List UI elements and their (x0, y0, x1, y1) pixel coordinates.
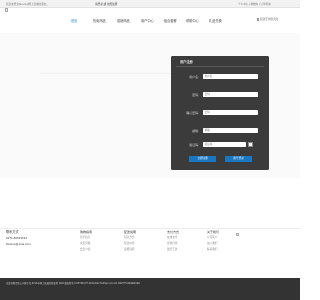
footer-link[interactable]: 联系我们 (207, 247, 247, 253)
confirm-password-input[interactable] (203, 110, 258, 115)
contact-email[interactable]: 5xshop@sina.com (6, 241, 31, 247)
footer-column-delivery: 配送说明 配送方式 配送时间 运费说明 (124, 229, 164, 253)
captcha-image[interactable] (248, 142, 253, 147)
logo-image[interactable] (5, 8, 8, 12)
welcome-text: 您还未登录|Ecshop网上商城的朋友， (6, 3, 50, 6)
nav-item-promo[interactable]: 促销商品 (117, 18, 130, 23)
banner-text: 网站说明：这里是网站形象展示宣传图片区，可自由设置展示内容，更换展示图片区域即可… (60, 47, 165, 57)
account-links[interactable]: 个人中心 | 购物车 | 订单查询 (238, 2, 271, 6)
nav-item-help[interactable]: 帮助中心 (186, 18, 199, 23)
main-nav: 首页 热卖商品 促销商品 用户中心 组合套餐 帮助中心 礼品兑换 (0, 15, 300, 25)
captcha-label: 验证码: (189, 143, 199, 147)
password-label: 密码: (192, 93, 199, 97)
password-input[interactable] (203, 92, 258, 97)
username-label: 用户名: (189, 75, 199, 79)
login-register-link[interactable]: 请登录 或 免费注册 (95, 2, 117, 6)
footer-link[interactable]: 银行汇款 (167, 247, 207, 253)
register-form-title: 用户注册 (180, 60, 193, 64)
footer-column-about: 关于我们 公司简介 加入我们 联系我们 (207, 229, 247, 253)
footer-link[interactable]: 运费说明 (124, 247, 164, 253)
nav-item-packages[interactable]: 组合套餐 (164, 18, 177, 23)
captcha-input[interactable] (203, 142, 246, 147)
email-input[interactable] (203, 128, 258, 133)
username-input[interactable] (203, 74, 258, 79)
footer-contact: 联系方式 0371-86519152 5xshop@sina.com (6, 229, 31, 247)
footer-column-payment: 支付方式 在线支付 货到付款 银行汇款 (167, 229, 207, 253)
footer-column-guide: 购物指南 新手指引 常见问题 会员介绍 (80, 229, 120, 253)
nav-item-user-center[interactable]: 用户中心 (141, 18, 154, 23)
nav-item-hot[interactable]: 热卖商品 (93, 18, 106, 23)
image-placeholder-icon (236, 233, 239, 236)
nav-item-gifts[interactable]: 礼品兑换 (209, 18, 222, 23)
register-button[interactable]: 立即注册 (189, 156, 216, 162)
banner-divider (40, 73, 170, 74)
copyright-text: 百度有限责任公司旗下站 5xShop网上商城系统使用 2002 版权所有 COP… (6, 283, 140, 285)
email-label: 邮箱: (192, 129, 199, 133)
register-form: 用户注册 用户名: 密码: 确认密码: 邮箱: 验证码: 立即注册 账号登录 (171, 56, 269, 170)
confirm-password-label: 确认密码: (186, 111, 199, 115)
footer-link[interactable]: 会员介绍 (80, 247, 120, 253)
login-button[interactable]: 账号登录 (225, 156, 252, 162)
copyright-bar: 百度有限责任公司旗下站 5xShop网上商城系统使用 2002 版权所有 COP… (0, 278, 300, 300)
nav-item-home[interactable]: 首页 (71, 18, 77, 23)
top-bar: 您还未登录|Ecshop网上商城的朋友， 请登录 或 免费注册 个人中心 | 购… (0, 0, 300, 8)
